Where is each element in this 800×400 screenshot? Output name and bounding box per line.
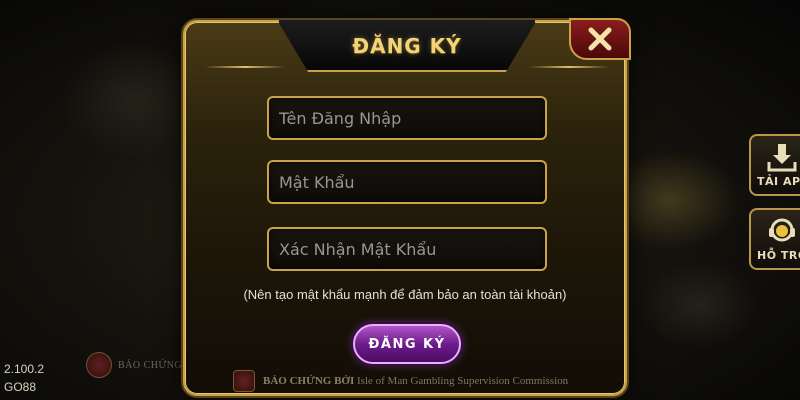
- footer-cert-name: BẢO CHỨNG BỞI: [263, 375, 355, 387]
- dialog-header-title-wrap: ĐĂNG KÝ: [277, 20, 537, 72]
- support-label: HỖ TRỢ: [757, 249, 800, 262]
- certification-badge: BẢO CHỨNG: [86, 350, 182, 380]
- headset-support-icon: [769, 218, 795, 242]
- version-label: 2.100.2: [4, 362, 45, 376]
- confirm-password-input[interactable]: [269, 229, 545, 269]
- certification-label: BẢO CHỨNG: [118, 359, 183, 371]
- password-input[interactable]: [269, 162, 545, 202]
- seal-icon: [233, 370, 255, 392]
- password-field-wrap: [267, 160, 547, 204]
- password-hint: (Nên tạo mật khẩu mạnh để đảm bảo an toà…: [243, 287, 567, 302]
- confirm-password-field-wrap: [267, 227, 547, 271]
- header-divider-right: [529, 66, 609, 68]
- close-button[interactable]: [569, 18, 631, 60]
- background-decoration: [640, 260, 760, 350]
- register-dialog: ĐĂNG KÝ (Nên tạo mật khẩu mạnh để đảm bả…: [183, 18, 631, 396]
- header-divider-left: [205, 66, 285, 68]
- brand-label: GO88: [4, 380, 37, 394]
- username-input[interactable]: [269, 98, 545, 138]
- dialog-title: ĐĂNG KÝ: [352, 34, 462, 58]
- username-field-wrap: [267, 96, 547, 140]
- register-submit-button[interactable]: ĐĂNG KÝ: [353, 324, 461, 364]
- download-app-button[interactable]: TẢI APP: [749, 134, 800, 196]
- download-icon: [767, 144, 797, 172]
- footer-cert-sub: Isle of Man Gambling Supervision Commiss…: [357, 375, 569, 387]
- footer-certification: BẢO CHỨNG BỞI Isle of Man Gambling Super…: [233, 370, 568, 392]
- seal-icon: [86, 352, 112, 378]
- close-icon: [588, 27, 612, 51]
- download-app-label: TẢI APP: [757, 175, 800, 188]
- support-button[interactable]: HỖ TRỢ: [749, 208, 800, 270]
